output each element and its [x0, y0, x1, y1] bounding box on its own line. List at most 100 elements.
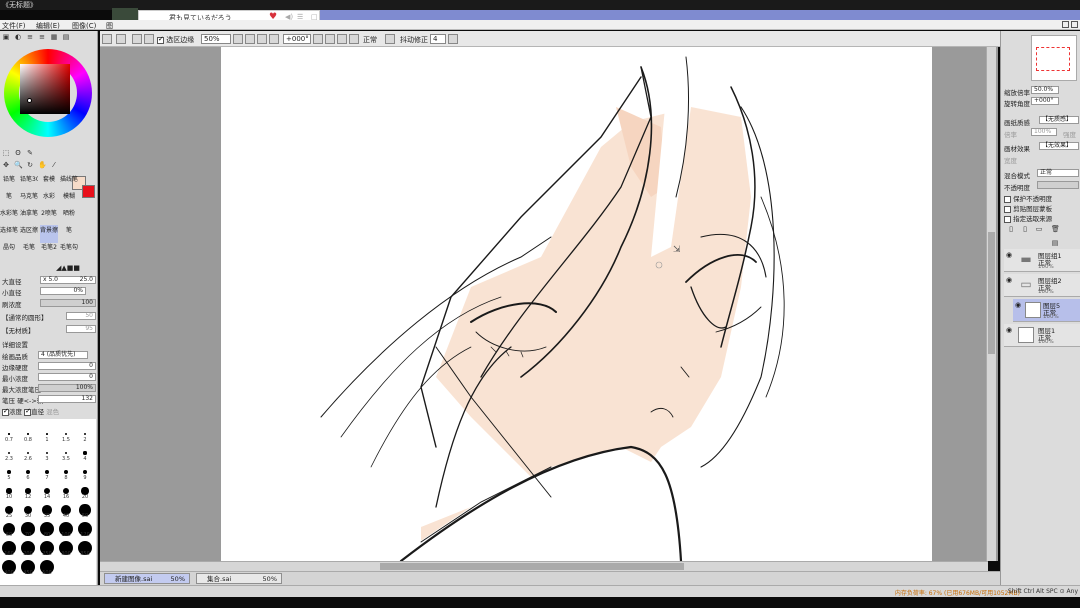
doc-tab[interactable]: 集合.sai 50%: [196, 573, 282, 584]
brush-tool-cell-selected[interactable]: 背景擦: [40, 225, 58, 243]
min-density-slider[interactable]: 0: [38, 373, 96, 381]
pressure-density-checkbox[interactable]: [2, 407, 9, 416]
layer-item[interactable]: ◉ 图层1 正常 100%: [1004, 324, 1080, 347]
texture-label[interactable]: 【无材质】: [2, 325, 35, 335]
brush-size-cell[interactable]: 1.5: [57, 425, 75, 443]
menu-edit[interactable]: 编辑(E): [36, 21, 60, 31]
brush-size-cell[interactable]: 2.3: [0, 444, 18, 462]
clipping-row[interactable]: 剪贴图层蒙板: [1004, 203, 1052, 213]
rotation-dropdown-icon[interactable]: [313, 34, 323, 44]
selection-tool-icon[interactable]: ⬚: [2, 149, 10, 157]
view-icon[interactable]: ▣: [2, 33, 10, 41]
brush-size-cell[interactable]: 300: [57, 539, 75, 557]
brush-size-cell[interactable]: 9: [76, 463, 94, 481]
zoom-reset-icon[interactable]: [269, 34, 279, 44]
hand-tool-icon[interactable]: ✋: [38, 161, 47, 169]
brush-size-cell[interactable]: 350: [76, 539, 94, 557]
rotate-reset-icon[interactable]: [349, 34, 359, 44]
hsv-slider-icon[interactable]: ≡: [38, 33, 46, 41]
brush-tool-cell[interactable]: 选择笔: [0, 225, 18, 243]
quality-select[interactable]: 4 (品质优先): [38, 351, 88, 359]
new-layer-icon[interactable]: ▯: [1007, 225, 1015, 233]
flip-icon[interactable]: [385, 34, 395, 44]
brush-tool-cell[interactable]: 油拿笔: [20, 208, 38, 226]
rotate-left-icon[interactable]: [325, 34, 335, 44]
horizontal-scroll-thumb[interactable]: [380, 563, 684, 570]
navigator-thumbnail[interactable]: [1031, 35, 1077, 81]
brush-tool-cell[interactable]: 马克笔: [20, 191, 38, 209]
color-picker-handle[interactable]: [27, 98, 32, 103]
brush-size-cell[interactable]: 80: [38, 520, 56, 538]
delete-layer-icon[interactable]: 🗑: [1051, 225, 1060, 233]
brush-size-cell[interactable]: 8: [57, 463, 75, 481]
brush-size-cell[interactable]: 100: [57, 520, 75, 538]
brush-size-cell[interactable]: 450: [19, 558, 37, 576]
brush-tool-cell[interactable]: 笔: [60, 225, 78, 243]
brush-size-cell[interactable]: 250: [38, 539, 56, 557]
brush-shape-icons[interactable]: ◢▲■■: [56, 264, 80, 272]
brush-tool-cell[interactable]: 毛笔2: [40, 242, 58, 260]
brush-tool-cell[interactable]: 毛笔: [20, 242, 38, 260]
brush-size-cell[interactable]: 10: [0, 482, 18, 500]
new-folder-icon[interactable]: ▭: [1035, 225, 1043, 233]
stabilizer-dropdown-icon[interactable]: [448, 34, 458, 44]
rgb-slider-icon[interactable]: ≡: [26, 33, 34, 41]
invert-selection-icon[interactable]: [116, 34, 126, 44]
nav-zoom-value[interactable]: 50.0%: [1031, 86, 1059, 94]
brush-size-cell[interactable]: 7: [38, 463, 56, 481]
navigator-viewport[interactable]: [1036, 47, 1070, 71]
zoom-in-icon[interactable]: [257, 34, 267, 44]
brush-tool-cell[interactable]: 晶勾: [0, 242, 18, 260]
move-tool-icon[interactable]: ✥: [2, 161, 10, 169]
paper-texture-select[interactable]: 【无质感】: [1039, 116, 1079, 124]
brush-tool-cell[interactable]: 套模: [40, 174, 58, 192]
pressure-size-checkbox[interactable]: [24, 407, 32, 416]
color-wheel-tab-icon[interactable]: ◐: [14, 33, 22, 41]
brush-size-cell[interactable]: 20: [76, 482, 94, 500]
brush-size-cell[interactable]: 40: [57, 501, 75, 519]
brush-size-cell[interactable]: 2.6: [19, 444, 37, 462]
brush-size-cell[interactable]: 50: [76, 501, 94, 519]
blend-mode-select[interactable]: 正常: [1037, 169, 1079, 177]
paper-effect-select[interactable]: 【无效果】: [1039, 142, 1079, 150]
new-linework-layer-icon[interactable]: ▯: [1021, 225, 1029, 233]
brush-size-cell[interactable]: 0.7: [0, 425, 18, 443]
menu-file[interactable]: 文件(F): [2, 21, 26, 31]
close-icon[interactable]: [1071, 21, 1078, 28]
brush-size-cell[interactable]: 160: [0, 539, 18, 557]
brush-tool-cell[interactable]: 水彩笔: [0, 208, 18, 226]
brush-tool-cell[interactable]: 水彩: [40, 191, 58, 209]
brush-size-cell[interactable]: 4: [76, 444, 94, 462]
brush-tool-cell[interactable]: 2喷笔: [40, 208, 58, 226]
eye-icon[interactable]: ◉: [1015, 301, 1023, 309]
brush-size-cell[interactable]: 30: [19, 501, 37, 519]
shape-value[interactable]: 50: [66, 312, 96, 320]
rotate-tool-icon[interactable]: ↻: [26, 161, 34, 169]
magic-wand-icon[interactable]: ✎: [26, 149, 34, 157]
brush-size-cell[interactable]: 2: [76, 425, 94, 443]
vertical-scrollbar[interactable]: [986, 47, 996, 561]
scratch-pad-icon[interactable]: ▤: [62, 33, 70, 41]
density-slider[interactable]: 100: [40, 299, 96, 307]
protect-opacity-row[interactable]: 保护不透明度: [1004, 193, 1052, 203]
brush-size-cell[interactable]: 60: [0, 520, 18, 538]
protect-opacity-checkbox[interactable]: [1004, 195, 1011, 203]
max-pressure-slider[interactable]: 100%: [38, 384, 96, 392]
brush-size-cell[interactable]: 12: [19, 482, 37, 500]
menu-image[interactable]: 图像(C): [72, 21, 96, 31]
drawing-canvas[interactable]: ⇲: [221, 47, 932, 561]
selection-source-icon[interactable]: [144, 34, 154, 44]
merge-layer-icon[interactable]: ▤: [1051, 239, 1059, 247]
lasso-tool-icon[interactable]: ʘ: [14, 149, 22, 157]
layer-item-selected[interactable]: ◉ 图层5 正常 100%: [1013, 299, 1080, 322]
stabilizer-select[interactable]: 4: [430, 34, 446, 44]
brush-size-cell[interactable]: 70: [19, 520, 37, 538]
brush-tool-cell[interactable]: 模糊: [60, 191, 78, 209]
eyedropper-icon[interactable]: ⁄: [50, 161, 58, 169]
hide-selection-icon[interactable]: [132, 34, 142, 44]
brush-size-cell[interactable]: 14: [38, 482, 56, 500]
zoom-tool-icon[interactable]: 🔍: [14, 161, 23, 169]
brush-size-cell[interactable]: 400: [0, 558, 18, 576]
brush-tool-cell[interactable]: 毛笔勾: [60, 242, 78, 260]
zoom-dropdown-icon[interactable]: [233, 34, 243, 44]
